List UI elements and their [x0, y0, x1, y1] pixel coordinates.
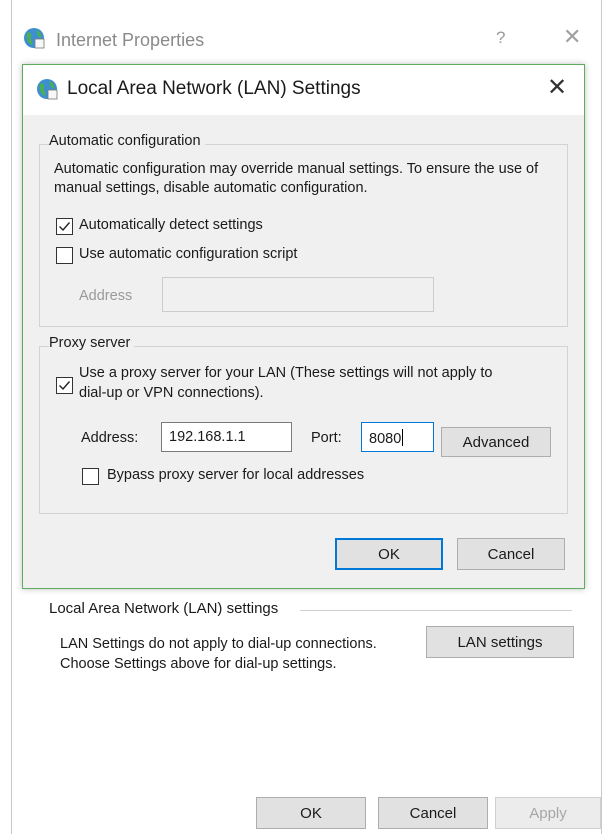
script-address-label: Address — [79, 288, 133, 304]
close-icon[interactable]: ✕ — [547, 73, 567, 102]
auto-detect-checkbox[interactable] — [56, 218, 73, 235]
use-script-checkbox[interactable] — [56, 247, 73, 264]
lan-settings-group-label: Local Area Network (LAN) settings — [49, 600, 283, 617]
dialog-title: Local Area Network (LAN) Settings — [67, 78, 361, 99]
group-divider — [300, 610, 572, 611]
globe-icon — [22, 26, 46, 54]
outer-cancel-button[interactable]: Cancel — [378, 797, 488, 829]
checkmark-icon — [59, 222, 71, 232]
auto-detect-label[interactable]: Automatically detect settings — [79, 216, 263, 235]
window-title: Internet Properties — [56, 30, 205, 50]
use-script-label[interactable]: Use automatic configuration script — [79, 245, 297, 264]
proxy-port-input[interactable]: 8080 — [361, 422, 434, 452]
help-icon[interactable]: ? — [496, 28, 505, 48]
bypass-local-label[interactable]: Bypass proxy server for local addresses — [107, 466, 364, 485]
outer-ok-button[interactable]: OK — [256, 797, 366, 829]
proxy-address-label: Address: — [81, 430, 139, 446]
text-caret — [402, 429, 404, 446]
close-icon[interactable]: ✕ — [563, 24, 581, 50]
proxy-port-value: 8080 — [369, 431, 402, 447]
auto-config-description: Automatic configuration may override man… — [54, 161, 539, 196]
lan-settings-button[interactable]: LAN settings — [426, 626, 574, 658]
auto-config-group-label: Automatic configuration — [49, 133, 205, 149]
proxy-address-input[interactable]: 192.168.1.1 — [161, 422, 292, 452]
dialog-ok-button[interactable]: OK — [335, 538, 443, 570]
proxy-port-label: Port: — [311, 430, 342, 446]
lan-settings-description: LAN Settings do not apply to dial-up con… — [60, 636, 377, 672]
checkmark-icon — [59, 381, 71, 391]
proxy-server-group-label: Proxy server — [49, 335, 135, 351]
bypass-local-checkbox[interactable] — [82, 468, 99, 485]
globe-icon — [35, 77, 59, 105]
script-address-input[interactable] — [162, 277, 434, 312]
use-proxy-label-line1[interactable]: Use a proxy server for your LAN (These s… — [79, 364, 492, 383]
lan-settings-dialog: Local Area Network (LAN) Settings ✕ Auto… — [22, 64, 585, 589]
advanced-button[interactable]: Advanced — [441, 427, 551, 457]
outer-apply-button[interactable]: Apply — [495, 797, 601, 829]
use-proxy-checkbox[interactable] — [56, 377, 73, 394]
dialog-cancel-button[interactable]: Cancel — [457, 538, 565, 570]
use-proxy-label-line2[interactable]: dial-up or VPN connections). — [79, 384, 264, 403]
